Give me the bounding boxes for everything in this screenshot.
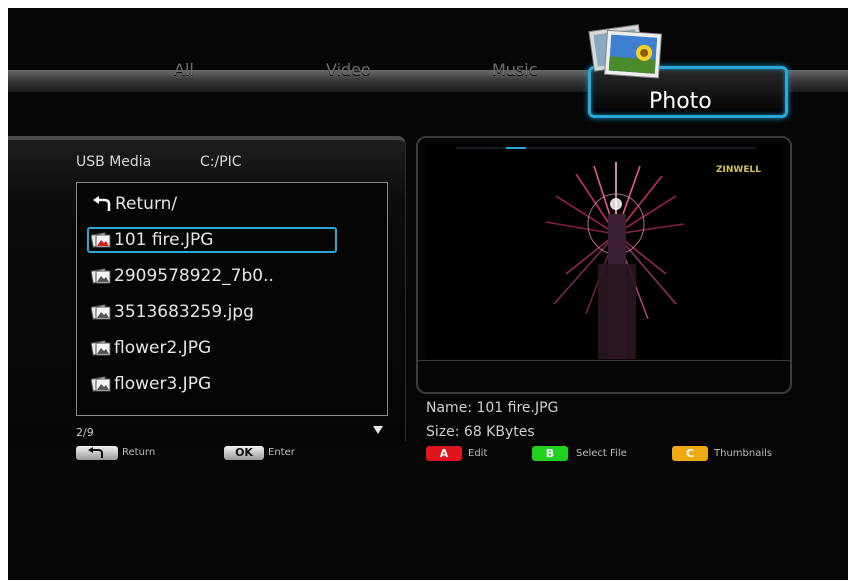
list-item[interactable]: 3513683259.jpg bbox=[91, 299, 254, 325]
list-item-label: 101 fire.JPG bbox=[114, 230, 214, 250]
return-arrow-icon bbox=[88, 447, 103, 458]
photo-file-icon bbox=[91, 232, 111, 248]
list-item-return[interactable]: Return/ bbox=[91, 191, 177, 217]
list-item-label: Return/ bbox=[115, 194, 178, 214]
photo-file-icon bbox=[91, 268, 111, 284]
page-indicator: 2/9 bbox=[76, 426, 94, 439]
select-file-hint-label: Select File bbox=[576, 448, 627, 459]
watermark-text: ZINWELL bbox=[716, 165, 761, 175]
a-key-badge: A bbox=[426, 446, 462, 461]
preview-divider bbox=[418, 360, 790, 361]
path-label: C:/PIC bbox=[200, 154, 242, 170]
photo-album-icon bbox=[588, 24, 662, 79]
photo-file-icon bbox=[91, 376, 111, 392]
tab-video[interactable]: Video bbox=[326, 60, 371, 79]
tab-music[interactable]: Music bbox=[492, 60, 538, 79]
tab-all[interactable]: All bbox=[174, 60, 194, 79]
file-list[interactable]: Return/ 101 fire.JPG 2909578922_7b0.. 35… bbox=[76, 182, 388, 416]
scroll-down-icon[interactable] bbox=[373, 426, 383, 434]
file-size-info: Size: 68 KBytes bbox=[426, 424, 535, 440]
fireworks-preview-image: ZINWELL bbox=[426, 144, 782, 359]
b-key-badge: B bbox=[532, 446, 568, 461]
photo-file-icon bbox=[91, 340, 111, 356]
edit-hint-label: Edit bbox=[468, 448, 488, 459]
list-item[interactable]: flower2.JPG bbox=[91, 335, 211, 361]
list-item-label: 2909578922_7b0.. bbox=[114, 266, 274, 286]
list-item[interactable]: 2909578922_7b0.. bbox=[91, 263, 274, 289]
list-item-label: 3513683259.jpg bbox=[114, 302, 254, 322]
list-item-label: flower3.JPG bbox=[114, 374, 212, 394]
enter-hint-label: Enter bbox=[268, 447, 295, 458]
list-item[interactable]: flower3.JPG bbox=[91, 371, 211, 397]
ok-key-badge: OK bbox=[224, 446, 264, 460]
return-hint-label: Return bbox=[122, 447, 156, 458]
file-name-info: Name: 101 fire.JPG bbox=[426, 400, 559, 416]
source-label: USB Media bbox=[76, 154, 152, 170]
return-key-badge bbox=[76, 446, 118, 460]
tab-photo-label: Photo bbox=[649, 89, 712, 114]
photo-file-icon bbox=[91, 304, 111, 320]
list-item-selected[interactable]: 101 fire.JPG bbox=[87, 227, 337, 253]
media-player-screen: All Video Music Photo USB Media C:/PIC R… bbox=[8, 8, 848, 580]
c-key-badge: C bbox=[672, 446, 708, 461]
thumbnails-hint-label: Thumbnails bbox=[714, 448, 773, 459]
return-icon bbox=[93, 196, 111, 211]
list-item-label: flower2.JPG bbox=[114, 338, 212, 358]
